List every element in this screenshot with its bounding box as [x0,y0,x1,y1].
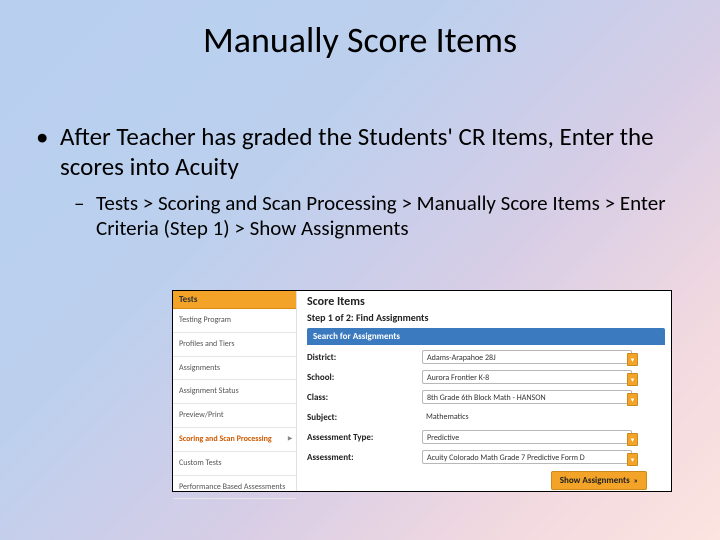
value-subject: Mathematics [422,410,632,424]
chevron-down-icon[interactable]: ▾ [627,373,638,386]
sidebar-item-scoring-scan[interactable]: Scoring and Scan Processing [173,428,296,452]
panel-subtitle: Step 1 of 2: Find Assignments [307,311,665,324]
label-assessment-type: Assessment Type: [307,432,422,443]
row-subject: Subject: Mathematics [307,407,665,427]
main-panel: Score Items Step 1 of 2: Find Assignment… [297,291,671,491]
row-district: District: Adams-Arapahoe 28J ▾ [307,347,665,367]
field-class: 8th Grade 6th Block Math - HANSON ▾ [422,390,665,404]
sidebar-item-assignment-status[interactable]: Assignment Status [173,380,296,404]
sidebar-item-profiles-tiers[interactable]: Profiles and Tiers [173,333,296,357]
chevron-down-icon[interactable]: ▾ [627,433,638,446]
field-assessment: Acuity Colorado Math Grade 7 Predictive … [422,450,665,464]
row-class: Class: 8th Grade 6th Block Math - HANSON… [307,387,665,407]
sidebar-item-assignments[interactable]: Assignments [173,357,296,381]
bullet-level-2: Tests > Scoring and Scan Processing > Ma… [36,191,684,241]
label-district: District: [307,352,422,363]
slide-title: Manually Score Items [0,0,720,62]
sidebar: Tests Testing Program Profiles and Tiers… [173,291,297,491]
select-district[interactable]: Adams-Arapahoe 28J [422,350,632,364]
select-assessment[interactable]: Acuity Colorado Math Grade 7 Predictive … [422,450,632,464]
bullet-level-1: After Teacher has graded the Students' C… [36,122,684,181]
sidebar-item-performance-based[interactable]: Performance Based Assessments [173,476,296,500]
double-chevron-down-icon: » [634,477,638,485]
field-assessment-type: Predictive ▾ [422,430,665,444]
embedded-screenshot: Tests Testing Program Profiles and Tiers… [172,290,672,492]
label-assessment: Assessment: [307,452,422,463]
slide-content: After Teacher has graded the Students' C… [0,62,720,241]
chevron-down-icon[interactable]: ▾ [627,393,638,406]
label-school: School: [307,372,422,383]
label-subject: Subject: [307,412,422,423]
slide: Manually Score Items After Teacher has g… [0,0,720,540]
select-class[interactable]: 8th Grade 6th Block Math - HANSON [422,390,632,404]
select-assessment-type[interactable]: Predictive [422,430,632,444]
sidebar-item-preview-print[interactable]: Preview/Print [173,404,296,428]
sidebar-item-testing-program[interactable]: Testing Program [173,309,296,333]
show-assignments-button[interactable]: Show Assignments » [551,471,647,490]
sidebar-header: Tests [173,291,296,309]
sidebar-item-custom-tests[interactable]: Custom Tests [173,452,296,476]
field-school: Aurora Frontier K-8 ▾ [422,370,665,384]
panel-title: Score Items [307,295,665,309]
row-school: School: Aurora Frontier K-8 ▾ [307,367,665,387]
search-header-bar: Search for Assignments [307,328,665,345]
label-class: Class: [307,392,422,403]
field-district: Adams-Arapahoe 28J ▾ [422,350,665,364]
show-assignments-label: Show Assignments [560,475,630,486]
chevron-down-icon[interactable]: ▾ [627,353,638,366]
chevron-down-icon[interactable]: ▾ [627,453,638,466]
select-school[interactable]: Aurora Frontier K-8 [422,370,632,384]
button-row: Show Assignments » [307,467,665,490]
field-subject: Mathematics [422,410,665,424]
row-assessment: Assessment: Acuity Colorado Math Grade 7… [307,447,665,467]
row-assessment-type: Assessment Type: Predictive ▾ [307,427,665,447]
